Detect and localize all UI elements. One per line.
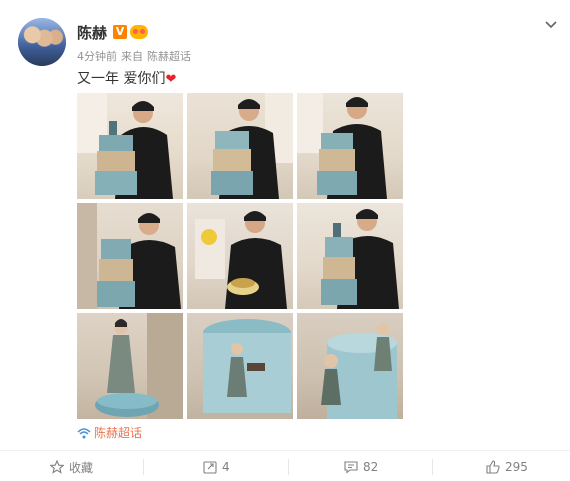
author-name[interactable]: 陈赫 (77, 22, 107, 43)
photo-man-beside-tall-cake[interactable] (297, 203, 403, 309)
post-time[interactable]: 4分钟前 (77, 50, 117, 63)
like-count: 295 (505, 460, 528, 474)
comment-count: 82 (363, 460, 379, 474)
action-separator (288, 459, 289, 475)
action-separator (432, 459, 433, 475)
post-source[interactable]: 陈赫超话 (147, 50, 191, 63)
avatar[interactable] (18, 18, 66, 66)
post-text-content: 又一年 爱你们 (77, 71, 166, 87)
topic-link[interactable]: 陈赫超话 (77, 424, 142, 441)
fan-badge-icon[interactable] (130, 25, 148, 39)
photo-grid (77, 93, 403, 419)
like-icon (486, 460, 500, 474)
comment-button[interactable]: 82 (344, 456, 378, 478)
photo-man-smiling-with-cake[interactable] (297, 93, 403, 199)
divider (0, 450, 570, 451)
photo-man-behind-cake[interactable] (187, 93, 293, 199)
repost-count: 4 (222, 460, 230, 474)
favorite-label: 收藏 (69, 460, 94, 475)
chevron-down-icon[interactable] (542, 16, 560, 34)
repost-button[interactable]: 4 (203, 456, 230, 478)
heart-icon: ❤ (165, 72, 177, 87)
photo-cake-figurines-side[interactable] (297, 313, 403, 419)
photo-man-leaning-by-cake[interactable] (77, 203, 183, 309)
topic-label: 陈赫超话 (94, 426, 143, 440)
favorite-button[interactable]: 收藏 (50, 456, 93, 478)
post-text: 又一年 爱你们❤ (77, 68, 176, 88)
photo-man-with-tiered-cake[interactable] (77, 93, 183, 199)
action-separator (143, 459, 144, 475)
weibo-post: 陈赫 V 4分钟前 来自 陈赫超话 又一年 爱你们❤ 陈赫超话 收藏 4 82 … (0, 0, 570, 481)
photo-man-cutting-small-cake[interactable] (187, 203, 293, 309)
verified-v-icon: V (113, 25, 127, 39)
post-meta: 4分钟前 来自 陈赫超话 (77, 48, 195, 64)
star-icon (50, 460, 64, 474)
source-prefix: 来自 (121, 50, 143, 63)
photo-figurine-standing[interactable] (77, 313, 183, 419)
comment-icon (344, 461, 358, 474)
topic-icon (77, 428, 91, 439)
like-button[interactable]: 295 (486, 456, 528, 478)
repost-icon (203, 461, 217, 474)
photo-cake-figurine-closeup[interactable] (187, 313, 293, 419)
